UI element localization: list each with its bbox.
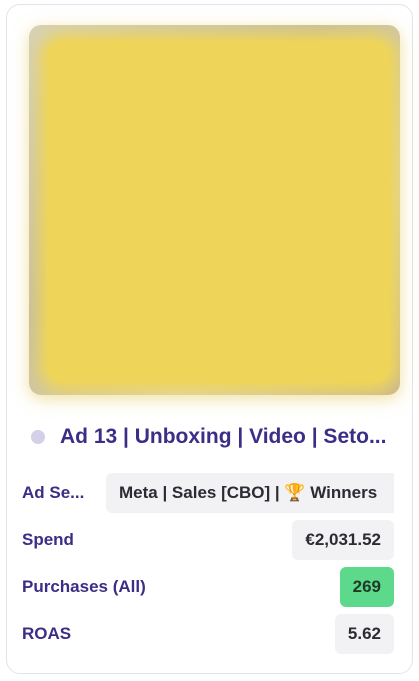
field-row-spend: Spend €2,031.52 [22,520,394,560]
field-row-roas: ROAS 5.62 [22,614,394,654]
spend-label: Spend [22,530,74,549]
spend-value: €2,031.52 [292,520,394,560]
roas-label: ROAS [22,624,72,643]
ad-title[interactable]: Ad 13 | Unboxing | Video | Seto... [60,425,386,449]
field-row-purchases: Purchases (All) 269 [22,567,394,607]
blurred-image-overlay [47,41,390,383]
ad-set-value: Meta | Sales [CBO] | 🏆 Winners [106,473,394,513]
ad-set-label: Ad Se... [22,483,85,502]
roas-value: 5.62 [334,614,394,654]
field-row-ad-set: Ad Se... Meta | Sales [CBO] | 🏆 Winners [22,473,394,513]
ad-creative-thumbnail[interactable] [29,25,400,395]
purchases-value: 269 [339,567,394,607]
status-dot-icon [31,430,45,444]
ad-title-row[interactable]: Ad 13 | Unboxing | Video | Seto... [31,421,401,453]
purchases-label: Purchases (All) [22,577,146,596]
